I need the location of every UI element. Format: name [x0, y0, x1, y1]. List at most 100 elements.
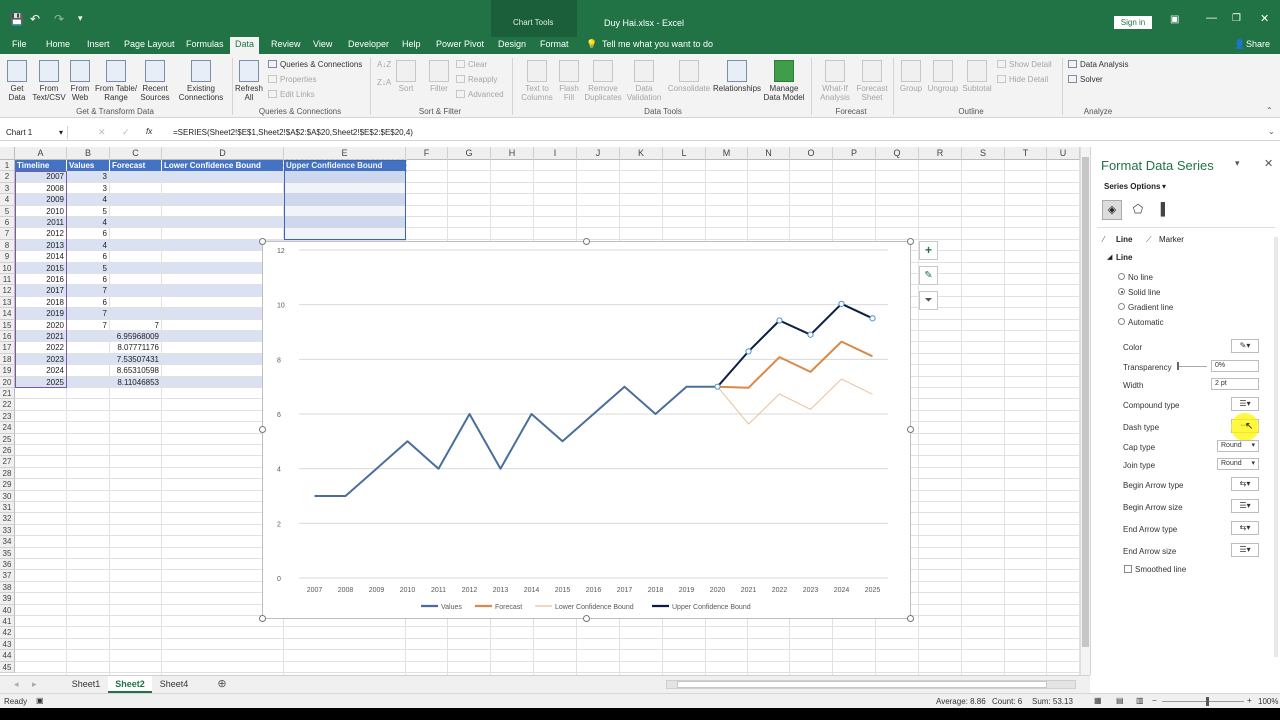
sheet-tab-sheet1[interactable]: Sheet1: [64, 676, 108, 693]
sort-za-button[interactable]: Z↓A: [377, 78, 391, 87]
compound-type-dropdown[interactable]: ☰▾: [1231, 397, 1259, 411]
series-options-dropdown[interactable]: Series Options: [1104, 182, 1160, 191]
column-header[interactable]: N: [748, 147, 790, 160]
pane-close-icon[interactable]: ✕: [1264, 157, 1273, 170]
ribbon-display-icon[interactable]: ▣: [1170, 14, 1179, 25]
solver-button[interactable]: Solver: [1068, 75, 1103, 84]
forecast-cell[interactable]: [110, 206, 161, 217]
tab-file[interactable]: File: [12, 39, 27, 49]
zoom-slider[interactable]: [1162, 701, 1244, 702]
row-header[interactable]: 6: [0, 217, 15, 229]
column-header[interactable]: A: [15, 147, 67, 160]
column-header[interactable]: M: [706, 147, 748, 160]
get-data-button[interactable]: Get Data: [4, 60, 30, 102]
values-cell[interactable]: 4: [67, 217, 109, 228]
formula-input[interactable]: =SERIES(Sheet2!$E$1,Sheet2!$A$2:$A$20,Sh…: [173, 128, 413, 137]
expand-formula-bar-icon[interactable]: ⌄: [1268, 127, 1275, 136]
column-header[interactable]: Q: [876, 147, 919, 160]
column-header[interactable]: R: [919, 147, 962, 160]
redo-icon[interactable]: ↷: [54, 12, 64, 26]
values-cell[interactable]: 3: [67, 171, 109, 182]
forecast-cell[interactable]: [110, 183, 161, 194]
restore-icon[interactable]: ❐: [1232, 13, 1241, 24]
existing-connections-button[interactable]: Existing Connections: [174, 60, 228, 102]
row-header[interactable]: 45: [0, 661, 15, 673]
save-icon[interactable]: 💾: [10, 13, 24, 26]
tab-formulas[interactable]: Formulas: [186, 39, 224, 49]
resize-handle-tl[interactable]: [259, 238, 266, 245]
name-box[interactable]: Chart 1 ▾: [2, 126, 68, 139]
from-web-button[interactable]: From Web: [68, 60, 92, 102]
transparency-input[interactable]: 0%: [1211, 360, 1259, 372]
fill-line-icon[interactable]: ◈: [1102, 200, 1122, 220]
row-header[interactable]: 9: [0, 251, 15, 263]
values-cell[interactable]: 4: [67, 240, 109, 251]
row-header[interactable]: 30: [0, 490, 15, 502]
values-cell[interactable]: [67, 342, 109, 353]
row-header[interactable]: 38: [0, 581, 15, 594]
width-input[interactable]: 2 pt: [1211, 378, 1259, 390]
forecast-cell[interactable]: [110, 240, 161, 251]
column-header[interactable]: E: [284, 147, 406, 160]
marker-tab[interactable]: Marker: [1159, 235, 1184, 244]
column-header[interactable]: U: [1047, 147, 1080, 160]
row-header[interactable]: 36: [0, 559, 15, 571]
forecast-cell[interactable]: [110, 274, 161, 285]
table-header[interactable]: Timeline: [15, 160, 67, 172]
end-arrow-type-dropdown[interactable]: ⇆▾: [1231, 521, 1259, 535]
color-picker-button[interactable]: ✎▾: [1231, 339, 1259, 353]
forecast-cell[interactable]: [110, 171, 161, 182]
group-button[interactable]: Group: [898, 60, 924, 93]
resize-handle-l[interactable]: [259, 426, 266, 433]
row-header[interactable]: 31: [0, 502, 15, 514]
forecast-cell[interactable]: [110, 263, 161, 274]
row-header[interactable]: 10: [0, 262, 15, 274]
chart-elements-button[interactable]: +: [919, 241, 938, 260]
row-header[interactable]: 20: [0, 376, 15, 388]
forecast-cell[interactable]: [110, 308, 161, 319]
tab-insert[interactable]: Insert: [87, 39, 110, 49]
forecast-cell[interactable]: [110, 285, 161, 296]
row-header[interactable]: 7: [0, 228, 15, 240]
customize-toolbar-icon[interactable]: ▾: [78, 13, 83, 24]
end-arrow-size-dropdown[interactable]: ☰▾: [1231, 543, 1259, 557]
minimize-icon[interactable]: —: [1206, 12, 1217, 24]
row-header[interactable]: 14: [0, 308, 15, 320]
row-header[interactable]: 13: [0, 296, 15, 309]
series-options-icon[interactable]: ▌: [1155, 200, 1175, 220]
insert-function-button[interactable]: fx: [146, 127, 152, 136]
sign-in-button[interactable]: Sign in: [1114, 16, 1152, 29]
macro-record-icon[interactable]: ▣: [36, 696, 44, 705]
forecast-cell[interactable]: 6.95968009: [110, 331, 161, 342]
row-header[interactable]: 27: [0, 456, 15, 468]
sort-button[interactable]: Sort: [395, 60, 417, 93]
data-analysis-button[interactable]: Data Analysis: [1068, 60, 1128, 69]
zoom-level[interactable]: 100%: [1258, 697, 1278, 706]
row-header[interactable]: 35: [0, 547, 15, 559]
forecast-cell[interactable]: [110, 251, 161, 262]
no-line-radio[interactable]: [1118, 273, 1125, 280]
column-header[interactable]: B: [67, 147, 110, 160]
row-header[interactable]: 26: [0, 445, 15, 457]
row-header[interactable]: 33: [0, 524, 15, 537]
filter-button[interactable]: Filter: [426, 60, 452, 93]
values-cell[interactable]: 3: [67, 183, 109, 194]
text-to-columns-button[interactable]: Text to Columns: [518, 60, 556, 102]
page-layout-view-icon[interactable]: ▤: [1116, 696, 1124, 705]
show-detail-button[interactable]: Show Detail: [997, 60, 1052, 69]
hide-detail-button[interactable]: Hide Detail: [997, 75, 1048, 84]
pane-scrollbar[interactable]: [1274, 237, 1278, 657]
enter-icon[interactable]: ✓: [122, 127, 130, 138]
chart-filters-icon[interactable]: ⏷: [919, 291, 938, 310]
row-header[interactable]: 4: [0, 194, 15, 206]
what-if-analysis-button[interactable]: What-If Analysis: [815, 60, 855, 102]
cap-type-dropdown[interactable]: Round ▾: [1217, 440, 1259, 452]
column-header[interactable]: K: [620, 147, 663, 160]
column-header[interactable]: L: [663, 147, 706, 160]
automatic-radio[interactable]: [1118, 318, 1125, 325]
resize-handle-r[interactable]: [907, 426, 914, 433]
next-sheet-icon[interactable]: ▸: [32, 679, 37, 690]
row-header[interactable]: 43: [0, 638, 15, 651]
tab-home[interactable]: Home: [46, 39, 70, 49]
table-header[interactable]: Lower Confidence Bound: [162, 160, 284, 172]
